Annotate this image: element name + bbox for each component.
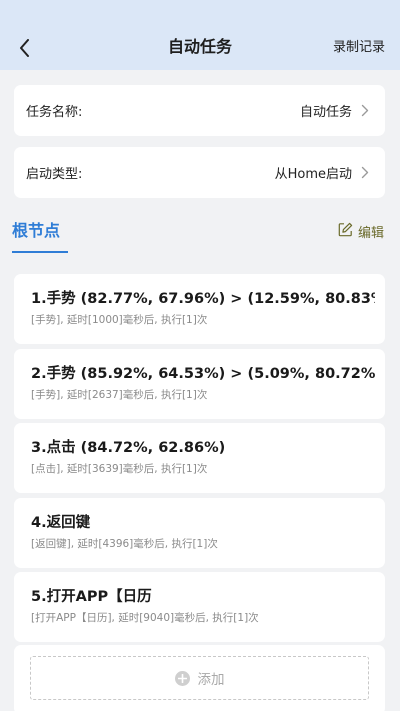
task-description: [手势], 延时[2637]毫秒后, 执行[1]次: [31, 389, 208, 401]
task-description: [打开APP【日历], 延时[9040]毫秒后, 执行[1]次: [31, 612, 259, 624]
task-item-5[interactable]: 5.打开APP【日历 [打开APP【日历], 延时[9040]毫秒后, 执行[1…: [14, 572, 385, 642]
task-title: 5.打开APP【日历: [31, 589, 152, 605]
root-node-tab[interactable]: 根节点: [12, 220, 60, 242]
record-history-button[interactable]: 录制记录: [333, 37, 385, 59]
task-name-value-group: 自动任务: [300, 101, 369, 120]
launch-type-value-group: 从Home启动: [275, 163, 369, 182]
top-bar: 自动任务 录制记录: [0, 0, 400, 70]
task-description: [手势], 延时[1000]毫秒后, 执行[1]次: [31, 314, 208, 326]
edit-icon: [338, 222, 353, 241]
chevron-right-icon: [361, 166, 369, 179]
launch-type-value: 从Home启动: [274, 167, 352, 182]
launch-type-label: 启动类型:: [26, 167, 83, 182]
add-card: 添加: [14, 645, 385, 711]
add-task-button[interactable]: 添加: [30, 656, 369, 700]
edit-button[interactable]: 编辑: [338, 222, 384, 241]
task-title: 4.返回键: [31, 515, 91, 531]
task-title: 3.点击 (84.72%, 62.86%): [31, 440, 226, 456]
task-title: 2.手势 (85.92%, 64.53%) > (5.09%, 80.72%): [31, 366, 375, 382]
chevron-right-icon: [361, 104, 369, 117]
task-item-1[interactable]: 1.手势 (82.77%, 67.96%) > (12.59%, 80.83%)…: [14, 274, 385, 344]
edit-label: 编辑: [357, 226, 384, 241]
task-title: 1.手势 (82.77%, 67.96%) > (12.59%, 80.83%): [31, 291, 375, 307]
add-label: 添加: [197, 672, 225, 688]
task-item-2[interactable]: 2.手势 (85.92%, 64.53%) > (5.09%, 80.72%) …: [14, 349, 385, 419]
task-item-4[interactable]: 4.返回键 [返回键], 延时[4396]毫秒后, 执行[1]次: [14, 498, 385, 568]
task-item-3[interactable]: 3.点击 (84.72%, 62.86%) [点击], 延时[3639]毫秒后,…: [14, 423, 385, 493]
task-description: [点击], 延时[3639]毫秒后, 执行[1]次: [31, 463, 208, 475]
task-name-label: 任务名称:: [26, 105, 83, 120]
task-description: [返回键], 延时[4396]毫秒后, 执行[1]次: [31, 538, 218, 550]
plus-circle-icon: [174, 670, 190, 686]
task-name-value: 自动任务: [299, 105, 352, 120]
tab-underline: [12, 251, 68, 253]
launch-type-field[interactable]: 启动类型: 从Home启动: [14, 147, 385, 198]
task-name-field[interactable]: 任务名称: 自动任务: [14, 85, 385, 136]
